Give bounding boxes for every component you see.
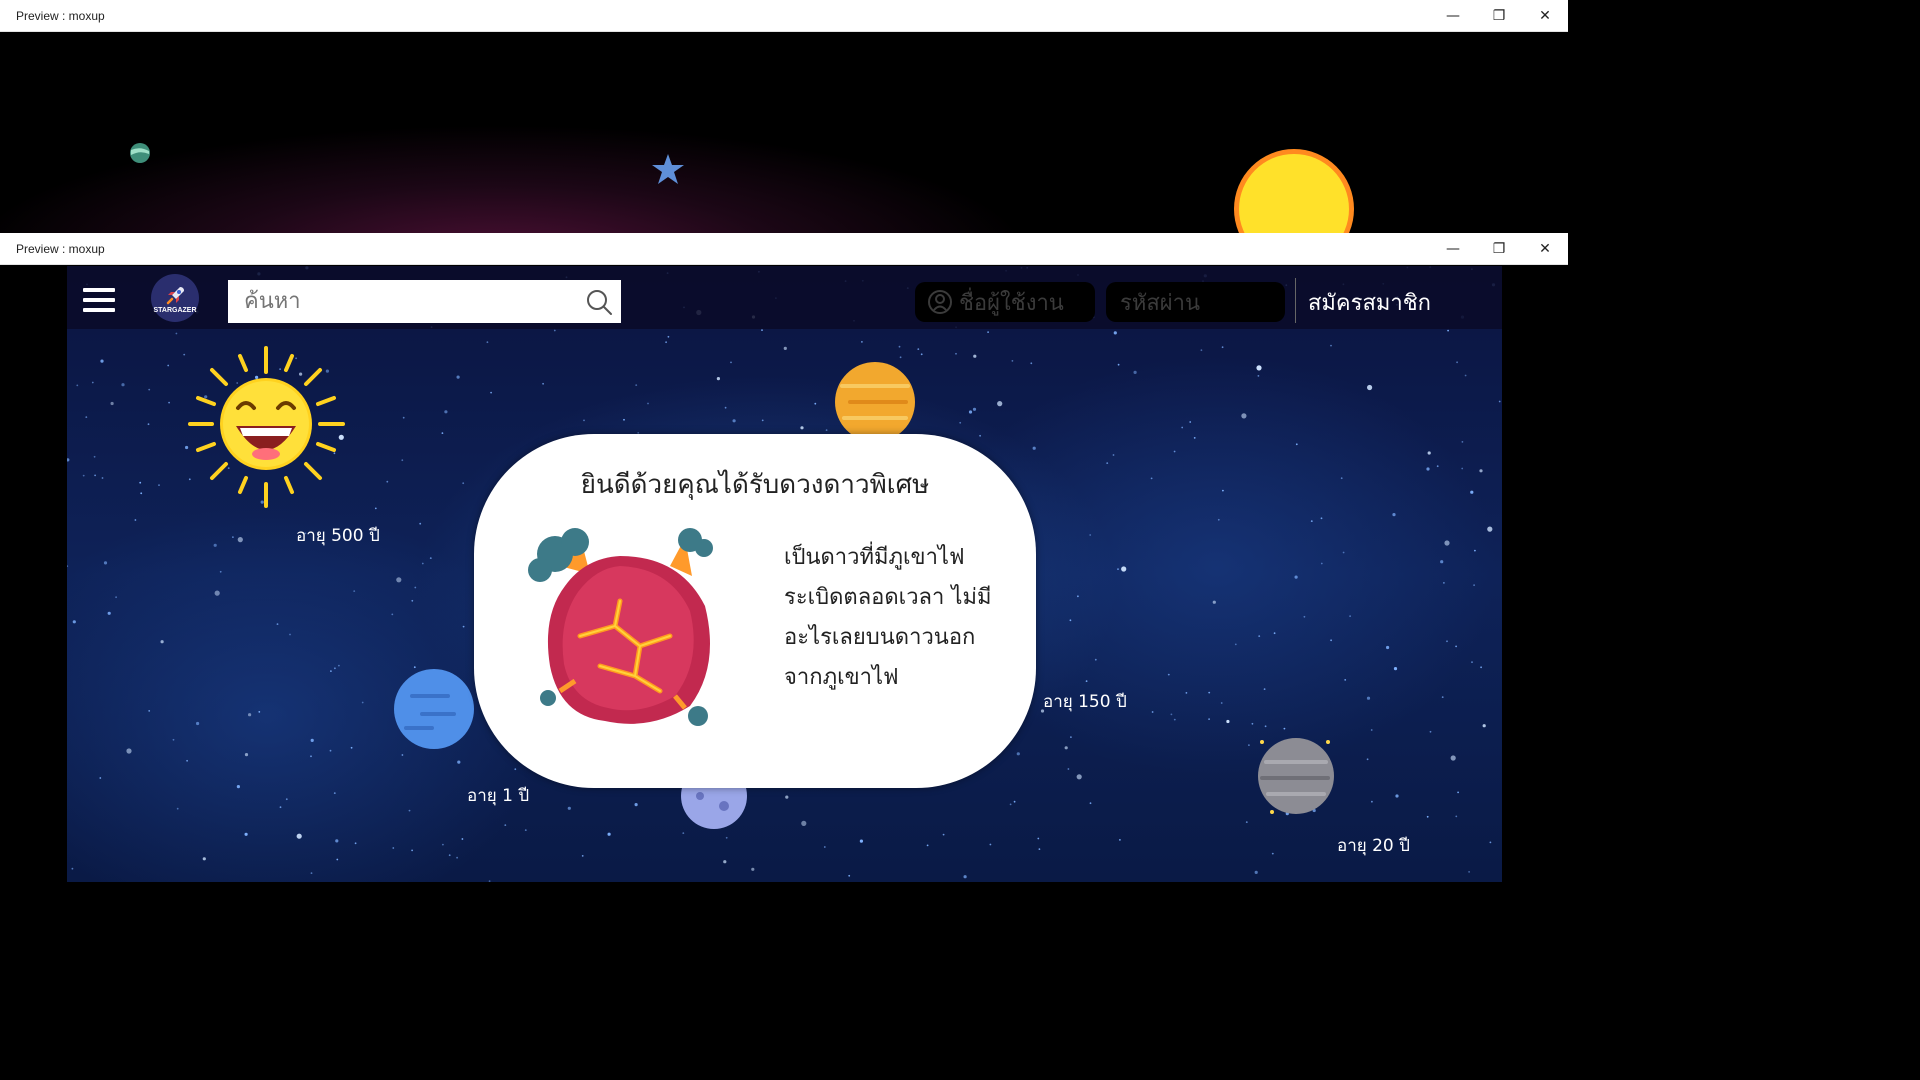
search-icon[interactable]: [585, 288, 613, 316]
password-field[interactable]: รหัสผ่าน: [1106, 282, 1285, 322]
app-viewport: อายุ 500 ปี อายุ 1 ปี อายุ 150 ปี อายุ 2…: [0, 266, 1568, 882]
blue-planet-age-label: อายุ 1 ปี: [467, 786, 530, 806]
rocket-icon: [166, 286, 184, 304]
window-title: Preview : moxup: [16, 241, 105, 256]
earth-icon: [130, 143, 150, 163]
grey-planet-age-label: อายุ 20 ปี: [1337, 836, 1410, 856]
close-button[interactable]: ✕: [1522, 233, 1568, 265]
back-window-canvas: [0, 33, 1568, 233]
sun-age-label: อายุ 500 ปี: [296, 526, 380, 546]
description-line: ระเบิดตลอดเวลา ไม่มี: [784, 585, 992, 610]
back-window-titlebar: Preview : moxup — ❐ ✕: [0, 0, 1568, 32]
search-box[interactable]: [228, 280, 621, 323]
description-line: จากภูเขาไฟ: [784, 665, 899, 690]
search-input[interactable]: [242, 280, 586, 323]
blue-planet[interactable]: [394, 669, 474, 749]
modal-title: ยินดีด้วยคุณได้รับดวงดาวพิเศษ: [580, 470, 930, 500]
modal-description: เป็นดาวที่มีภูเขาไฟ ระเบิดตลอดเวลา ไม่มี…: [784, 538, 1004, 698]
sun-planet[interactable]: [188, 346, 345, 508]
maximize-button[interactable]: ❐: [1476, 233, 1522, 265]
stargazer-logo[interactable]: STARGAZER: [151, 274, 199, 322]
volcano-planet-icon: [528, 528, 713, 726]
minimize-button[interactable]: —: [1430, 0, 1476, 32]
hamburger-menu-icon[interactable]: [83, 288, 115, 318]
front-window-titlebar: Preview : moxup — ❐ ✕: [0, 233, 1568, 265]
logo-text: STARGAZER: [153, 306, 197, 314]
window-title: Preview : moxup: [16, 8, 105, 23]
description-line: เป็นดาวที่มีภูเขาไฟ: [784, 545, 965, 570]
username-field[interactable]: ชื่อผู้ใช้งาน: [915, 282, 1095, 322]
maximize-button[interactable]: ❐: [1476, 0, 1522, 32]
sun-icon: [1234, 149, 1354, 233]
orange-planet[interactable]: [835, 362, 915, 442]
description-line: อะไรเลยบนดาวนอก: [784, 625, 976, 650]
user-icon: [928, 290, 952, 314]
close-button[interactable]: ✕: [1522, 0, 1568, 32]
right-planet-age-label: อายุ 150 ปี: [1043, 692, 1127, 712]
password-placeholder: รหัสผ่าน: [1120, 290, 1201, 316]
signup-link[interactable]: สมัครสมาชิก: [1308, 285, 1431, 320]
minimize-button[interactable]: —: [1430, 233, 1476, 265]
reward-modal: ยินดีด้วยคุณได้รับดวงดาวพิเศษ เป็นดาวที่…: [474, 434, 1036, 788]
navbar: STARGAZER ชื่อผู้ใช้งาน รหัสผ่าน สมัครสม…: [67, 266, 1502, 329]
navbar-divider: [1295, 278, 1296, 323]
star-icon: [652, 154, 684, 184]
username-placeholder: ชื่อผู้ใช้งาน: [959, 290, 1064, 316]
grey-planet[interactable]: [1258, 738, 1334, 814]
